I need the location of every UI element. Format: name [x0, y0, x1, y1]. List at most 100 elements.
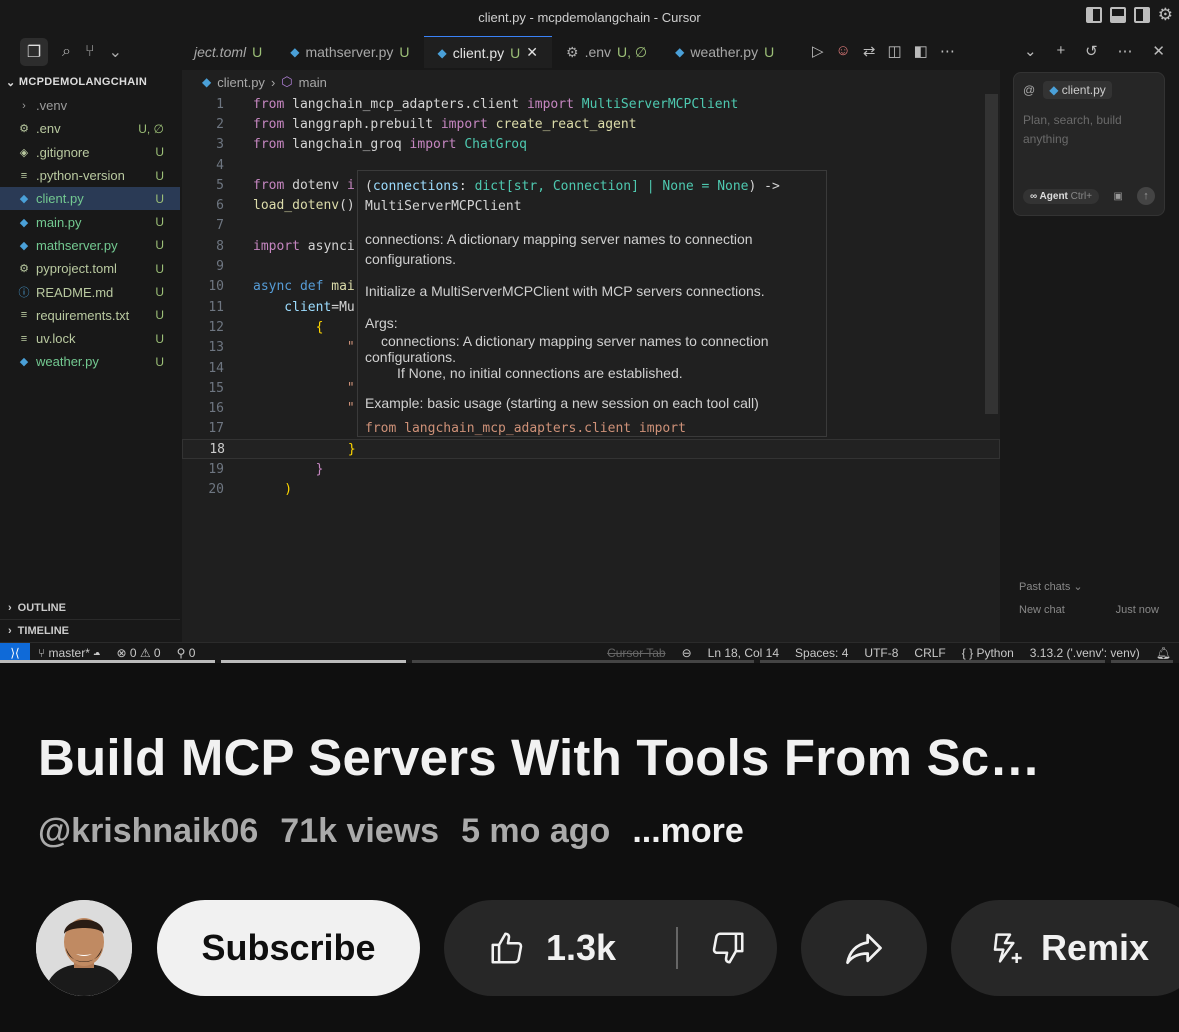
- file-item[interactable]: ≡ .python-version U: [0, 164, 180, 187]
- close-icon[interactable]: ✕: [1152, 42, 1165, 60]
- token: from: [253, 96, 285, 112]
- chevron-down-icon: ⌄: [6, 76, 19, 89]
- token: client: [253, 299, 332, 315]
- branch-status[interactable]: ⑂ master* ☁: [30, 646, 108, 660]
- tab-status: U, ∅: [617, 43, 648, 60]
- file-item[interactable]: ◆ mathserver.py U: [0, 234, 180, 257]
- more-link[interactable]: ...more: [632, 812, 743, 851]
- indent-status[interactable]: Spaces: 4: [787, 646, 856, 660]
- project-header[interactable]: ⌄ MCPDEMOLANGCHAIN: [0, 70, 180, 94]
- past-chats-toggle[interactable]: Past chats ⌄: [1019, 580, 1083, 593]
- chevron-down-icon[interactable]: ⌄: [1024, 42, 1037, 60]
- hover-args-heading: Args:: [365, 315, 398, 331]
- toggle-secondary-sidebar-icon[interactable]: [1133, 7, 1150, 23]
- language-name: Python: [976, 646, 1014, 660]
- token: ": [253, 401, 355, 417]
- token: from: [253, 177, 285, 193]
- agent-mode-selector[interactable]: ∞ Agent Ctrl+: [1023, 188, 1100, 204]
- outline-label: OUTLINE: [17, 601, 66, 614]
- language-status[interactable]: { } Python: [954, 646, 1022, 660]
- explorer-icon[interactable]: ❐: [20, 38, 48, 66]
- context-file-chip[interactable]: ◆ client.py: [1043, 81, 1112, 99]
- tab-client[interactable]: ◆ client.py U ✕: [423, 36, 552, 68]
- tab-env[interactable]: ⚙ .env U, ∅: [552, 36, 661, 68]
- file-name: .gitignore: [36, 144, 90, 160]
- code-line: 3 from langchain_groq import ChatGroq: [182, 135, 1000, 155]
- file-item[interactable]: ≡ uv.lock U: [0, 327, 180, 350]
- editor-scrollbar[interactable]: [985, 94, 998, 414]
- breadcrumb-file[interactable]: client.py: [217, 75, 265, 90]
- settings-gear-icon[interactable]: ⚙: [1158, 6, 1173, 23]
- progress-segment[interactable]: [0, 660, 215, 663]
- code-line: 1 from langchain_mcp_adapters.client impo…: [182, 94, 1000, 114]
- file-item[interactable]: ◈ .gitignore U: [0, 141, 180, 164]
- like-button[interactable]: 1.3k: [444, 900, 676, 996]
- toggle-sidebar-icon[interactable]: [1085, 7, 1102, 23]
- video-progress-bar[interactable]: [0, 660, 1179, 663]
- token: ): [253, 482, 293, 498]
- chat-input-box[interactable]: @ ◆ client.py Plan, search, build anythi…: [1013, 72, 1165, 216]
- timeline-section[interactable]: › TIMELINE: [0, 619, 180, 642]
- tab-pyproject[interactable]: ject.toml U: [180, 36, 276, 68]
- problems-status[interactable]: ⊗ 0 ⚠ 0: [108, 646, 168, 660]
- zoom-icon[interactable]: ⊖: [674, 646, 700, 660]
- share-button[interactable]: [801, 900, 927, 996]
- gear-icon: ⚙: [19, 263, 29, 276]
- channel-handle[interactable]: @krishnaik06: [38, 812, 258, 851]
- progress-segment[interactable]: [412, 660, 754, 663]
- bell-icon[interactable]: 🔔︎: [1148, 646, 1179, 660]
- cursor-tab-status[interactable]: Cursor Tab: [599, 646, 673, 660]
- preview-icon[interactable]: ◫: [887, 42, 901, 60]
- new-chat-plus-icon[interactable]: +: [1056, 42, 1065, 60]
- encoding-status[interactable]: UTF-8: [856, 646, 906, 660]
- breadcrumb-symbol[interactable]: main: [299, 75, 327, 90]
- send-icon[interactable]: ↑: [1137, 187, 1155, 205]
- compare-icon[interactable]: ⇄: [863, 42, 876, 60]
- video-title[interactable]: Build MCP Servers With Tools From Sc…: [38, 728, 1158, 787]
- file-item[interactable]: ◆ main.py U: [0, 210, 180, 233]
- progress-segment[interactable]: [1111, 660, 1173, 663]
- chat-time: Just now: [1115, 604, 1159, 616]
- interpreter-status[interactable]: 3.13.2 ('.venv': venv): [1022, 646, 1148, 660]
- run-icon[interactable]: ▷: [812, 42, 824, 60]
- progress-segment[interactable]: [760, 660, 1105, 663]
- channel-avatar[interactable]: [36, 900, 132, 996]
- tab-mathserver[interactable]: ◆ mathserver.py U: [276, 36, 423, 68]
- toggle-panel-icon[interactable]: [1109, 7, 1126, 23]
- cursor-position[interactable]: Ln 18, Col 14: [700, 646, 787, 660]
- line-number: 15: [208, 380, 224, 396]
- remix-button[interactable]: Remix: [951, 900, 1179, 996]
- mention-icon[interactable]: @: [1023, 83, 1035, 97]
- chat-placeholder: Plan, search, build anything: [1023, 113, 1122, 146]
- chat-history-item[interactable]: New chat Just now: [1019, 604, 1159, 616]
- subscribe-button[interactable]: Subscribe: [157, 900, 420, 996]
- token: ChatGroq: [456, 137, 527, 153]
- file-item[interactable]: ◆ weather.py U: [0, 350, 180, 373]
- video-frame[interactable]: client.py - mcpdemolangchain - Cursor ⚙ …: [0, 0, 1179, 663]
- line-number: 6: [216, 198, 224, 214]
- history-icon[interactable]: ↺: [1085, 42, 1098, 60]
- close-icon[interactable]: ✕: [526, 44, 538, 61]
- outline-section[interactable]: › OUTLINE: [0, 596, 180, 619]
- dislike-button[interactable]: [678, 900, 777, 996]
- tab-weather[interactable]: ◆ weather.py U: [661, 36, 788, 68]
- image-icon[interactable]: ▣: [1113, 191, 1122, 202]
- more-actions-icon[interactable]: ⋯: [940, 42, 955, 60]
- cursor-agent-icon[interactable]: ☺: [836, 42, 851, 60]
- chevron-down-icon[interactable]: ⌄: [109, 42, 122, 62]
- file-item[interactable]: ⚙ .env U, ∅: [0, 117, 180, 140]
- ports-status[interactable]: ⚲ 0: [169, 646, 204, 660]
- more-icon[interactable]: ⋯: [1118, 42, 1133, 60]
- tab-label: weather.py: [690, 44, 759, 60]
- file-item-selected[interactable]: ◆ client.py U: [0, 187, 180, 211]
- file-item[interactable]: ⚙ pyproject.toml U: [0, 257, 180, 280]
- progress-segment[interactable]: [221, 660, 406, 663]
- remix-label: Remix: [1041, 927, 1150, 968]
- split-editor-icon[interactable]: ◧: [914, 42, 928, 60]
- source-control-icon[interactable]: ⑂: [85, 43, 95, 61]
- file-item[interactable]: ≡ requirements.txt U: [0, 304, 180, 327]
- file-item[interactable]: › .venv: [0, 94, 180, 117]
- search-icon[interactable]: ⌕: [62, 43, 71, 61]
- file-item[interactable]: ⓘ README.md U: [0, 280, 180, 303]
- eol-status[interactable]: CRLF: [906, 646, 953, 660]
